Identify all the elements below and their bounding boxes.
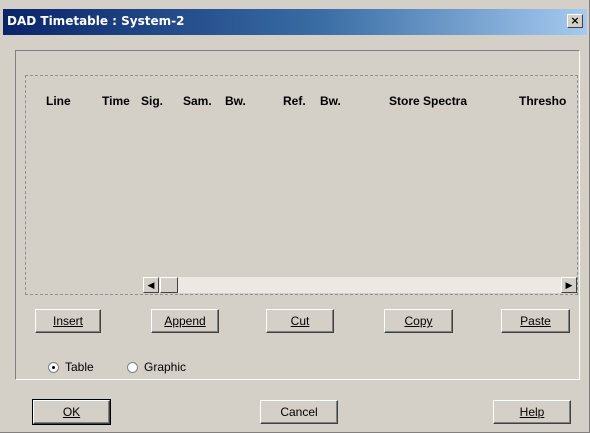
copy-button[interactable]: Copy — [384, 309, 453, 333]
append-button-label: Append — [164, 314, 206, 328]
cut-button-label: Cut — [290, 314, 310, 328]
column-header-threshold[interactable]: Thresho — [519, 94, 566, 108]
ok-button[interactable]: OK — [32, 399, 111, 425]
paste-button[interactable]: Paste — [501, 309, 570, 333]
graphic-view-radio[interactable]: Graphic — [127, 360, 186, 374]
dad-timetable-dialog: DAD Timetable : System-2 × Line Time Sig… — [0, 0, 590, 433]
insert-button-label: Insert — [52, 314, 83, 328]
column-header-sig[interactable]: Sig. — [141, 94, 163, 108]
column-header-ref[interactable]: Ref. — [283, 94, 306, 108]
column-header-store-spectra[interactable]: Store Spectra — [389, 94, 467, 108]
title-bar[interactable]: DAD Timetable : System-2 × — [3, 9, 587, 35]
scroll-left-icon[interactable]: ◀ — [143, 277, 159, 293]
column-header-ref-bw[interactable]: Bw. — [320, 94, 341, 108]
column-header-line[interactable]: Line — [46, 94, 71, 108]
help-button[interactable]: Help — [493, 400, 571, 424]
cut-button[interactable]: Cut — [266, 309, 334, 333]
scroll-right-icon[interactable]: ▶ — [561, 277, 577, 293]
help-button-label: Help — [519, 405, 545, 419]
table-view-label: Table — [65, 360, 94, 374]
cancel-button[interactable]: Cancel — [260, 400, 338, 424]
window-title: DAD Timetable : System-2 — [7, 14, 185, 28]
ok-button-label: OK — [62, 405, 81, 419]
copy-button-label: Copy — [404, 314, 433, 328]
column-header-sam[interactable]: Sam. — [183, 94, 212, 108]
radio-checked-icon[interactable] — [48, 361, 59, 373]
table-view-radio[interactable]: Table — [48, 360, 94, 374]
insert-button[interactable]: Insert — [35, 309, 101, 333]
graphic-view-label: Graphic — [144, 360, 187, 374]
scroll-thumb[interactable] — [160, 277, 178, 293]
horizontal-scrollbar[interactable]: ◀ ▶ — [143, 277, 577, 293]
column-header-time[interactable]: Time — [102, 94, 130, 108]
column-header-bw[interactable]: Bw. — [225, 94, 246, 108]
close-button[interactable]: × — [567, 14, 583, 28]
paste-button-label: Paste — [520, 314, 551, 328]
append-button[interactable]: Append — [151, 309, 219, 333]
cancel-button-label: Cancel — [280, 405, 318, 419]
timetable-grid[interactable]: Line Time Sig. Sam. Bw. Ref. Bw. Store S… — [25, 75, 578, 295]
radio-unchecked-icon[interactable] — [127, 361, 138, 373]
